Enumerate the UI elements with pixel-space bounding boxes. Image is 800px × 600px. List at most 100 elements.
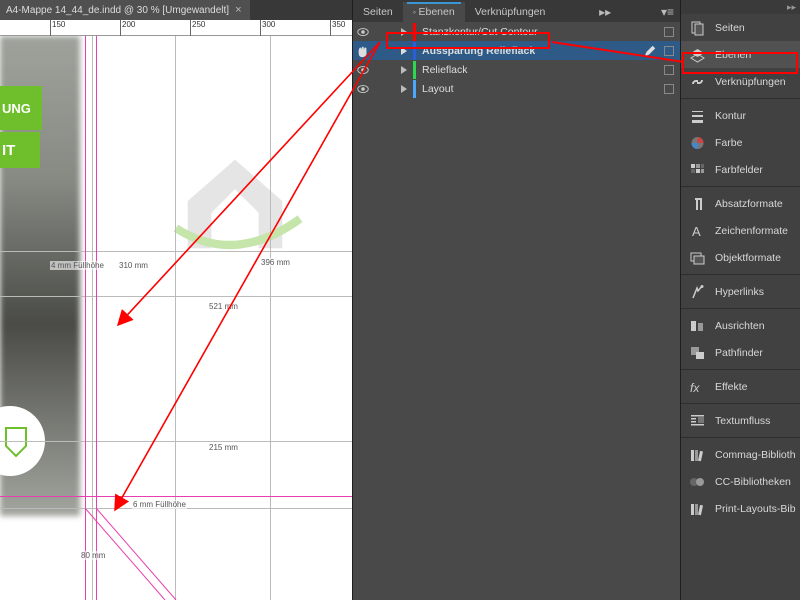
- green-text-box: IT: [0, 132, 40, 168]
- sidebar-separator: [681, 369, 800, 370]
- sidebar-item-label: Print-Layouts-Bib: [715, 503, 796, 515]
- panels-sidebar: ▸▸ Seiten Ebenen Verknüpfungen Kontur Fa…: [680, 0, 800, 600]
- sidebar-item-label: Objektformate: [715, 252, 781, 264]
- layer-name: Aussparung Relieflack: [422, 45, 535, 57]
- layer-name: Relieflack: [422, 64, 468, 76]
- selection-proxy-icon[interactable]: [664, 27, 674, 37]
- layer-color-swatch: [413, 23, 416, 41]
- sidebar-item-ebenen[interactable]: Ebenen: [681, 41, 800, 68]
- ruler-tick: 300: [260, 20, 275, 36]
- sidebar-item-hyperlinks[interactable]: Hyperlinks: [681, 278, 800, 305]
- disclosure-icon[interactable]: [399, 46, 409, 56]
- color-icon: [689, 135, 706, 151]
- dimension-label: 215 mm: [208, 443, 239, 452]
- sidebar-separator: [681, 403, 800, 404]
- active-layer-pen-icon: [642, 44, 658, 58]
- sidebar-separator: [681, 186, 800, 187]
- sidebar-item-effekte[interactable]: fx Effekte: [681, 373, 800, 400]
- visibility-icon[interactable]: [353, 63, 373, 77]
- library-icon: [689, 447, 706, 463]
- sidebar-item-zeichenformate[interactable]: A Zeichenformate: [681, 217, 800, 244]
- layer-row[interactable]: Aussparung Relieflack: [353, 41, 680, 60]
- tab-seiten[interactable]: Seiten: [353, 2, 403, 22]
- sidebar-item-farbe[interactable]: Farbe: [681, 129, 800, 156]
- tab-verknuepfungen[interactable]: Verknüpfungen: [465, 2, 556, 22]
- sidebar-item-label: Farbfelder: [715, 164, 763, 176]
- sidebar-item-objektformate[interactable]: Objektformate: [681, 244, 800, 271]
- layer-name: Stanzkontur/Cut Contour: [422, 26, 538, 38]
- layer-row[interactable]: Relieflack: [353, 60, 680, 79]
- sidebar-item-farbfelder[interactable]: Farbfelder: [681, 156, 800, 183]
- align-icon: [689, 318, 706, 334]
- sidebar-item-absatzformate[interactable]: Absatzformate: [681, 190, 800, 217]
- dimension-label: 310 mm: [118, 261, 149, 270]
- sidebar-item-kontur[interactable]: Kontur: [681, 102, 800, 129]
- sidebar-separator: [681, 437, 800, 438]
- visibility-icon[interactable]: [353, 25, 373, 39]
- sidebar-separator: [681, 98, 800, 99]
- ruler-tick: 350: [330, 20, 345, 36]
- layers-icon: [689, 47, 706, 63]
- sidebar-item-label: Ausrichten: [715, 320, 765, 332]
- sidebar-item-label: Farbe: [715, 137, 742, 149]
- pages-icon: [689, 20, 706, 36]
- ruler-tick: 250: [190, 20, 205, 36]
- dimension-label: 4 mm Füllhöhe: [50, 261, 105, 270]
- sidebar-item-label: Verknüpfungen: [715, 76, 786, 88]
- sidebar-item-label: Ebenen: [715, 49, 751, 61]
- sidebar-item-label: Hyperlinks: [715, 286, 764, 298]
- disclosure-icon[interactable]: [399, 27, 409, 37]
- sidebar-item-verknuepfungen[interactable]: Verknüpfungen: [681, 68, 800, 95]
- visibility-icon[interactable]: [353, 82, 373, 96]
- document-tab[interactable]: A4-Mappe 14_44_de.indd @ 30 % [Umgewande…: [0, 0, 250, 20]
- sidebar-item-seiten[interactable]: Seiten: [681, 14, 800, 41]
- badge-icon: [2, 426, 30, 458]
- tab-ebenen[interactable]: ◦ Ebenen: [403, 2, 465, 22]
- visibility-icon[interactable]: [353, 44, 373, 58]
- document-canvas[interactable]: UNG IT 4 mm Füllhöhe 310 mm 396 mm 521 m…: [0, 36, 352, 600]
- sidebar-item-label: Zeichenformate: [715, 225, 788, 237]
- sidebar-item-print[interactable]: Print-Layouts-Bib: [681, 495, 800, 522]
- sidebar-item-cc[interactable]: CC-Bibliotheken: [681, 468, 800, 495]
- pathfinder-icon: [689, 345, 706, 361]
- layer-color-swatch: [413, 80, 416, 98]
- sidebar-item-label: Pathfinder: [715, 347, 763, 359]
- disclosure-icon[interactable]: [399, 84, 409, 94]
- character-styles-icon: A: [689, 223, 706, 239]
- sidebar-item-textumfluss[interactable]: Textumfluss: [681, 407, 800, 434]
- selection-proxy-icon[interactable]: [664, 84, 674, 94]
- house-logo-watermark: [160, 136, 310, 266]
- sidebar-item-label: CC-Bibliotheken: [715, 476, 791, 488]
- close-icon[interactable]: ×: [235, 4, 241, 16]
- ruler-tick: 150: [50, 20, 65, 36]
- library-icon: [689, 501, 706, 517]
- swatches-icon: [689, 162, 706, 178]
- green-text-box: UNG: [0, 86, 42, 130]
- panel-menu-icon[interactable]: ▾≡: [655, 2, 680, 22]
- layer-color-swatch: [413, 42, 416, 60]
- sidebar-item-ausrichten[interactable]: Ausrichten: [681, 312, 800, 339]
- document-tab-title: A4-Mappe 14_44_de.indd @ 30 % [Umgewande…: [6, 5, 229, 16]
- layer-color-swatch: [413, 61, 416, 79]
- sidebar-item-label: Seiten: [715, 22, 745, 34]
- sidebar-item-label: Commag-Biblioth: [715, 449, 796, 461]
- sidebar-item-commag[interactable]: Commag-Biblioth: [681, 441, 800, 468]
- effects-icon: fx: [689, 379, 706, 395]
- sidebar-separator: [681, 274, 800, 275]
- sidebar-item-label: Absatzformate: [715, 198, 783, 210]
- panel-tab-bar: Seiten ◦ Ebenen Verknüpfungen ▸▸ ▾≡: [353, 0, 680, 22]
- dimension-label: 6 mm Füllhöhe: [132, 500, 187, 509]
- panel-collapse-icon[interactable]: ▸▸: [593, 2, 617, 22]
- layer-row[interactable]: Layout: [353, 79, 680, 98]
- layer-row[interactable]: Stanzkontur/Cut Contour: [353, 22, 680, 41]
- svg-text:A: A: [692, 224, 701, 239]
- sidebar-separator: [681, 308, 800, 309]
- layers-panel: Seiten ◦ Ebenen Verknüpfungen ▸▸ ▾≡ Stan…: [352, 0, 680, 600]
- layer-name: Layout: [422, 83, 454, 95]
- sidebar-collapse-icon[interactable]: ▸▸: [681, 0, 800, 14]
- sidebar-item-pathfinder[interactable]: Pathfinder: [681, 339, 800, 366]
- selection-proxy-icon[interactable]: [664, 46, 674, 56]
- paragraph-styles-icon: [689, 196, 706, 212]
- disclosure-icon[interactable]: [399, 65, 409, 75]
- selection-proxy-icon[interactable]: [664, 65, 674, 75]
